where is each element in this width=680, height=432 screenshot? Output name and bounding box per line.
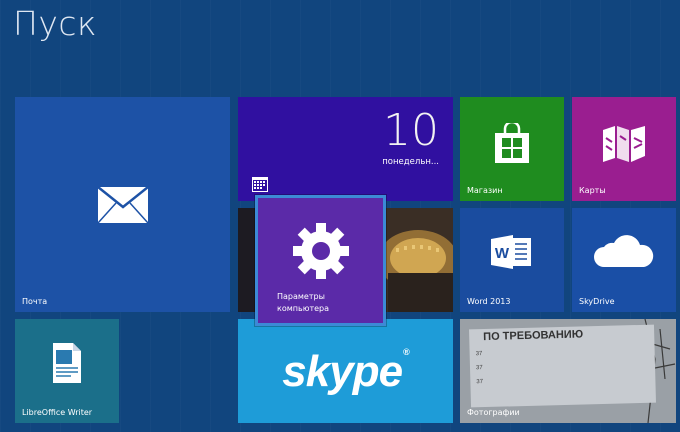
- svg-text:W: W: [495, 245, 510, 262]
- tile-skydrive[interactable]: SkyDrive: [572, 208, 676, 312]
- tile-mail-label: Почта: [22, 297, 48, 306]
- tile-word[interactable]: W Word 2013: [460, 208, 564, 312]
- tile-skype[interactable]: skype®: [238, 319, 453, 423]
- libreoffice-writer-icon: [53, 342, 81, 383]
- store-icon: [495, 122, 529, 163]
- calendar-icon: [252, 177, 268, 192]
- mail-icon: [97, 186, 148, 223]
- calendar-weekday: понедельн...: [382, 157, 439, 167]
- tile-libreoffice-writer[interactable]: LibreOffice Writer: [15, 319, 119, 423]
- tile-pc-settings[interactable]: Параметры компьютера: [255, 195, 386, 326]
- calendar-day-number: 10: [383, 105, 439, 156]
- pc-settings-label-line1: Параметры: [277, 292, 325, 301]
- sign-heading: ПО ТРЕБОВАНИЮ: [483, 328, 584, 344]
- tile-maps-label: Карты: [579, 186, 606, 195]
- sign-line: 37: [476, 379, 484, 386]
- skype-trademark: ®: [403, 347, 410, 357]
- sign-line: 37: [475, 365, 483, 372]
- tile-mail[interactable]: Почта: [15, 97, 230, 312]
- skype-logo: skype®: [282, 347, 410, 397]
- start-title: Пуск: [13, 4, 98, 43]
- tile-pc-settings-label: Параметры компьютера: [277, 291, 329, 315]
- tile-libreoffice-label: LibreOffice Writer: [22, 408, 93, 417]
- tile-photos[interactable]: ПО ТРЕБОВАНИЮ 37 37 37 Фотографии: [460, 319, 676, 423]
- sign-line: 37: [475, 351, 483, 358]
- skype-logo-text: skype: [282, 347, 403, 396]
- photo-sign: ПО ТРЕБОВАНИЮ 37 37 37: [469, 324, 656, 408]
- tile-photos-label: Фотографии: [467, 408, 520, 417]
- tile-calendar[interactable]: 10 понедельн...: [238, 97, 453, 201]
- tile-store-label: Магазин: [467, 186, 503, 195]
- word-icon: W: [491, 234, 531, 269]
- tile-maps[interactable]: Карты: [572, 97, 676, 201]
- pc-settings-label-line2: компьютера: [277, 304, 330, 313]
- tile-skydrive-label: SkyDrive: [579, 297, 615, 306]
- gear-icon: [292, 222, 349, 279]
- maps-icon: [603, 125, 645, 162]
- tile-word-label: Word 2013: [467, 297, 511, 306]
- cloud-icon: [594, 234, 654, 267]
- tile-store[interactable]: Магазин: [460, 97, 564, 201]
